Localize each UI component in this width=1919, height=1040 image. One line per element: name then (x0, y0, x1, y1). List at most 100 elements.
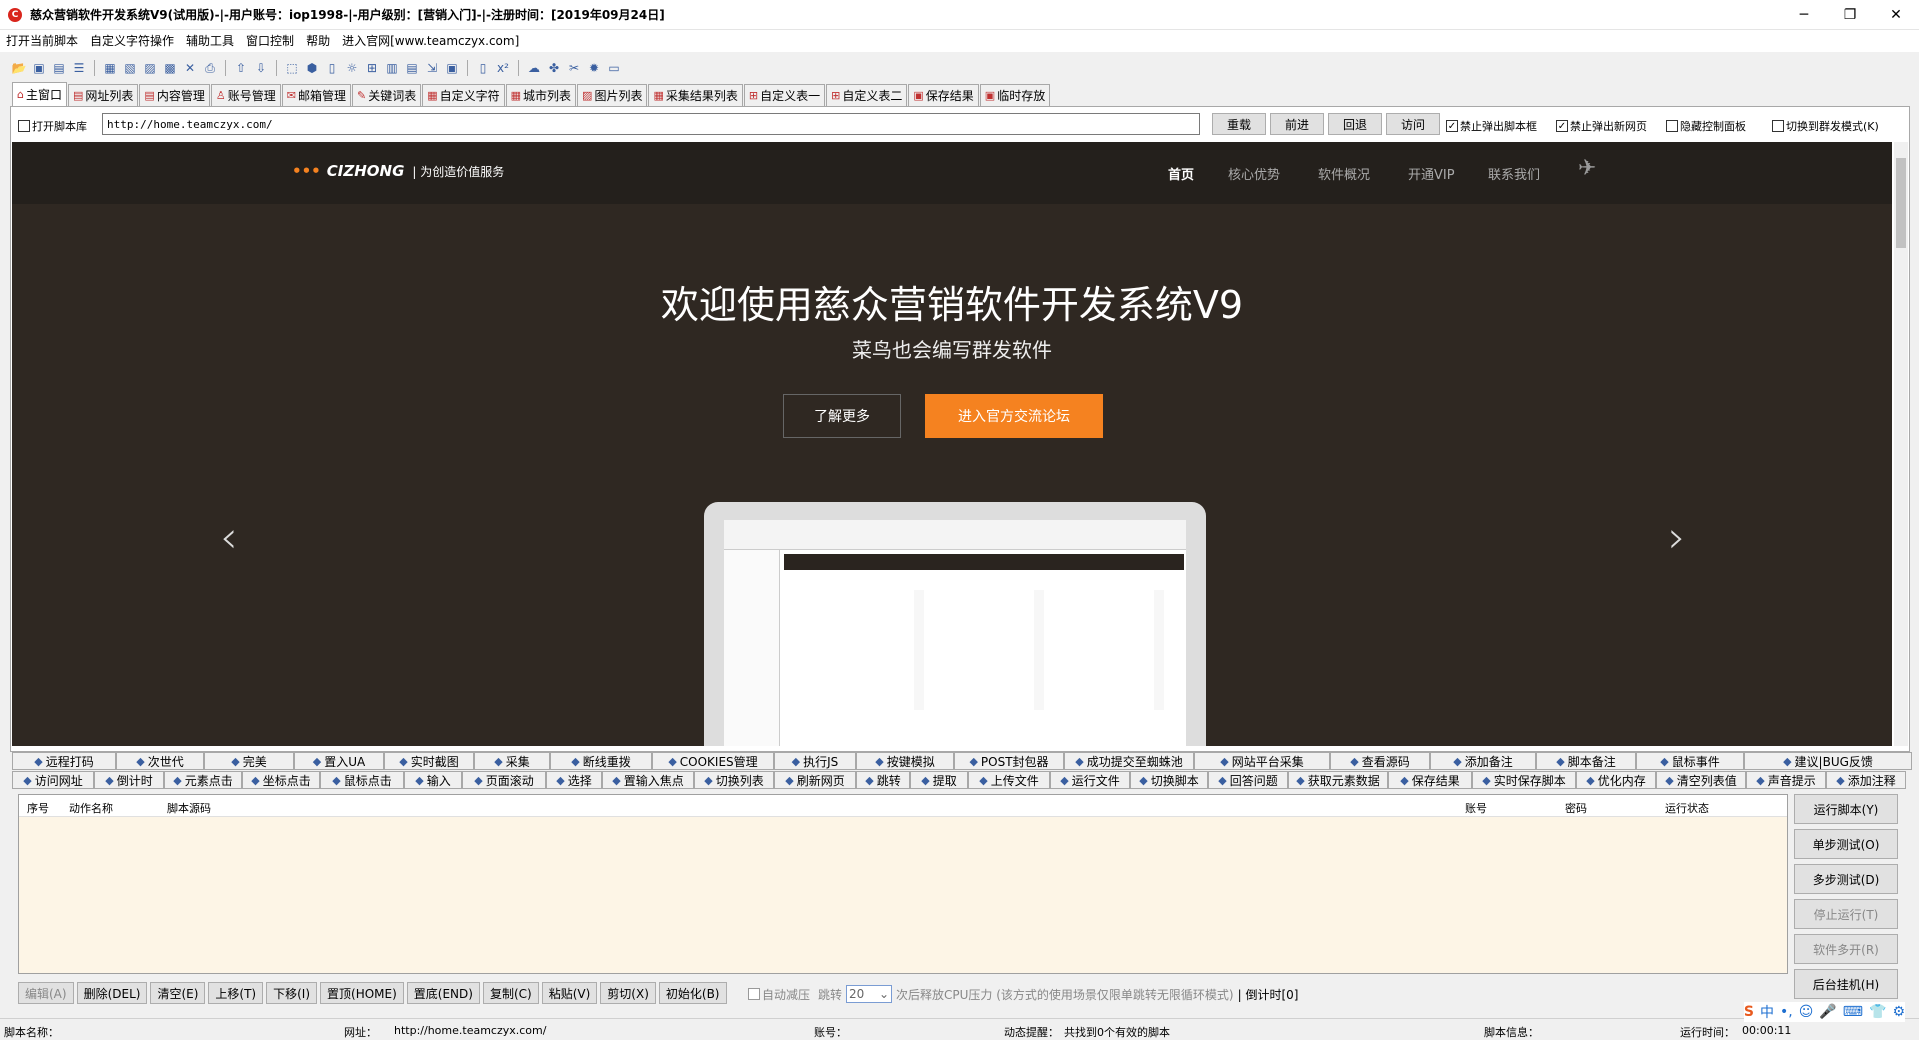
ime-icon-0[interactable]: S (1744, 1004, 1754, 1020)
action-button-2[interactable]: 清空(E) (150, 982, 206, 1004)
tab-0[interactable]: ⌂ 主窗口 (12, 82, 67, 106)
menu-item-1[interactable]: 自定义字符操作 (84, 30, 180, 52)
action-tab-row1-1[interactable]: ◆ 次世代 (116, 752, 204, 770)
jump-select[interactable]: 20 ⌄ (846, 985, 893, 1003)
action-button-10[interactable]: 初始化(B) (658, 982, 727, 1004)
doc-copy-icon[interactable]: ▨ (141, 59, 159, 77)
visit-button[interactable]: 访问 (1386, 113, 1440, 135)
checkbox-box[interactable] (1772, 120, 1784, 132)
stop-icon[interactable]: ⬢ (303, 59, 321, 77)
col-script-source[interactable]: 脚本源码 (167, 800, 211, 816)
action-tab-row2-10[interactable]: ◆ 刷新网页 (774, 771, 856, 789)
save-icon[interactable]: ▣ (30, 59, 48, 77)
report-icon[interactable]: ▤ (403, 59, 421, 77)
action-tab-row1-16[interactable]: ◆ 鼠标事件 (1636, 752, 1744, 770)
ime-icon-2[interactable]: •, (1780, 1004, 1793, 1020)
tab-9[interactable]: ▦ 采集结果列表 (648, 84, 743, 106)
side-button-4[interactable]: 软件多开(R) (1794, 934, 1898, 964)
action-button-6[interactable]: 置底(END) (406, 982, 480, 1004)
action-tab-row1-11[interactable]: ◆ 成功提交至蜘蛛池 (1064, 752, 1194, 770)
action-button-4[interactable]: 下移(I) (266, 982, 318, 1004)
action-tab-row2-7[interactable]: ◆ 选择 (546, 771, 602, 789)
group-mode-checkbox[interactable]: 切换到群发模式(K) (1772, 118, 1879, 134)
auto-reduce-checkbox[interactable] (748, 988, 760, 1000)
delete-icon[interactable]: ✕ (181, 59, 199, 77)
tab-12[interactable]: ▣ 保存结果 (908, 84, 979, 106)
action-tab-row2-14[interactable]: ◆ 运行文件 (1050, 771, 1130, 789)
tab-7[interactable]: ▦ 城市列表 (505, 84, 577, 106)
action-tab-row1-9[interactable]: ◆ 按键模拟 (856, 752, 954, 770)
site-logo[interactable]: ••• CIZHONG | 为创造价值服务 (292, 162, 504, 180)
action-tab-row1-7[interactable]: ◆ COOKIES管理 (652, 752, 774, 770)
select-icon[interactable]: ⬚ (283, 59, 301, 77)
action-tab-row2-3[interactable]: ◆ 坐标点击 (242, 771, 320, 789)
back-button[interactable]: 回退 (1328, 113, 1382, 135)
action-tab-row2-12[interactable]: ◆ 提取 (910, 771, 968, 789)
menu-item-3[interactable]: 窗口控制 (240, 30, 300, 52)
learn-more-button[interactable]: 了解更多 (783, 394, 901, 438)
settings-icon[interactable]: ✹ (585, 59, 603, 77)
script-grid[interactable]: 序号 动作名称 脚本源码 账号 密码 运行状态 (18, 794, 1788, 974)
carousel-prev-icon[interactable]: ‹ (220, 512, 238, 563)
site-nav-overview[interactable]: 软件概况 (1318, 164, 1370, 183)
action-tab-row1-5[interactable]: ◆ 采集 (474, 752, 550, 770)
forum-button[interactable]: 进入官方交流论坛 (925, 394, 1103, 438)
doc-paste-icon[interactable]: ▩ (161, 59, 179, 77)
side-button-1[interactable]: 单步测试(O) (1794, 829, 1898, 859)
action-tab-row2-0[interactable]: ◆ 访问网址 (12, 771, 94, 789)
table-icon[interactable]: ▥ (383, 59, 401, 77)
action-tab-row1-10[interactable]: ◆ POST封包器 (954, 752, 1064, 770)
tab-2[interactable]: ▤ 内容管理 (139, 84, 210, 106)
action-tab-row1-0[interactable]: ◆ 远程打码 (12, 752, 116, 770)
share-icon[interactable]: ✤ (545, 59, 563, 77)
block-popup-box-checkbox[interactable]: ✓ 禁止弹出脚本框 (1446, 118, 1537, 134)
col-run-status[interactable]: 运行状态 (1665, 800, 1709, 816)
side-button-5[interactable]: 后台挂机(H) (1794, 969, 1898, 999)
browser-scrollbar[interactable] (1894, 142, 1908, 746)
menu-item-4[interactable]: 帮助 (300, 30, 336, 52)
tab-1[interactable]: ▤ 网址列表 (68, 84, 139, 106)
action-button-0[interactable]: 编辑(A) (18, 982, 74, 1004)
action-tab-row2-19[interactable]: ◆ 实时保存脚本 (1472, 771, 1576, 789)
action-tab-row1-12[interactable]: ◆ 网站平台采集 (1194, 752, 1330, 770)
minimize-button[interactable]: ─ (1781, 0, 1827, 30)
ime-icon-5[interactable]: ⌨ (1843, 1004, 1863, 1020)
menu-item-5[interactable]: 进入官网[www.teamczyx.com] (336, 30, 525, 52)
doc-edit-icon[interactable]: ▧ (121, 59, 139, 77)
action-tab-row2-15[interactable]: ◆ 切换脚本 (1130, 771, 1208, 789)
action-tab-row1-2[interactable]: ◆ 完美 (204, 752, 294, 770)
col-action-name[interactable]: 动作名称 (69, 800, 113, 816)
hide-panel-checkbox[interactable]: 隐藏控制面板 (1666, 118, 1746, 134)
action-tab-row2-20[interactable]: ◆ 优化内存 (1576, 771, 1656, 789)
action-button-1[interactable]: 删除(DEL) (76, 982, 148, 1004)
export-icon[interactable]: ⇲ (423, 59, 441, 77)
tab-13[interactable]: ▣ 临时存放 (979, 84, 1051, 106)
formula-icon[interactable]: x² (494, 59, 512, 77)
restore-button[interactable]: ❐ (1827, 0, 1873, 30)
action-tab-row2-9[interactable]: ◆ 切换列表 (694, 771, 774, 789)
ime-icon-3[interactable]: ☺ (1799, 1004, 1814, 1020)
col-password[interactable]: 密码 (1565, 800, 1587, 816)
scrollbar-thumb[interactable] (1896, 158, 1906, 248)
action-tab-row1-15[interactable]: ◆ 脚本备注 (1536, 752, 1636, 770)
tab-6[interactable]: ▦ 自定义字符 (422, 84, 505, 106)
paper-plane-icon[interactable]: ✈ (1578, 156, 1596, 181)
tab-11[interactable]: ⊞ 自定义表二 (826, 84, 908, 106)
col-index[interactable]: 序号 (27, 800, 49, 816)
action-tab-row2-4[interactable]: ◆ 鼠标点击 (320, 771, 404, 789)
action-tab-row2-23[interactable]: ◆ 添加注释 (1826, 771, 1906, 789)
tools-icon[interactable]: ✂ (565, 59, 583, 77)
save-as-icon[interactable]: ▤ (50, 59, 68, 77)
action-tab-row2-17[interactable]: ◆ 获取元素数据 (1288, 771, 1388, 789)
tab-4[interactable]: ✉ 邮箱管理 (281, 84, 351, 106)
ime-icon-7[interactable]: ⚙ (1892, 1004, 1905, 1020)
side-button-0[interactable]: 运行脚本(Y) (1794, 794, 1898, 824)
tab-8[interactable]: ▨ 图片列表 (577, 84, 648, 106)
action-tab-row2-18[interactable]: ◆ 保存结果 (1388, 771, 1472, 789)
action-tab-row1-3[interactable]: ◆ 置入UA (294, 752, 384, 770)
embedded-browser[interactable]: ••• CIZHONG | 为创造价值服务 首页 核心优势 软件概况 开通VIP… (12, 142, 1892, 746)
action-tab-row2-13[interactable]: ◆ 上传文件 (968, 771, 1050, 789)
action-button-9[interactable]: 剪切(X) (600, 982, 656, 1004)
doc-icon[interactable]: ▦ (101, 59, 119, 77)
action-tab-row1-14[interactable]: ◆ 添加备注 (1430, 752, 1536, 770)
